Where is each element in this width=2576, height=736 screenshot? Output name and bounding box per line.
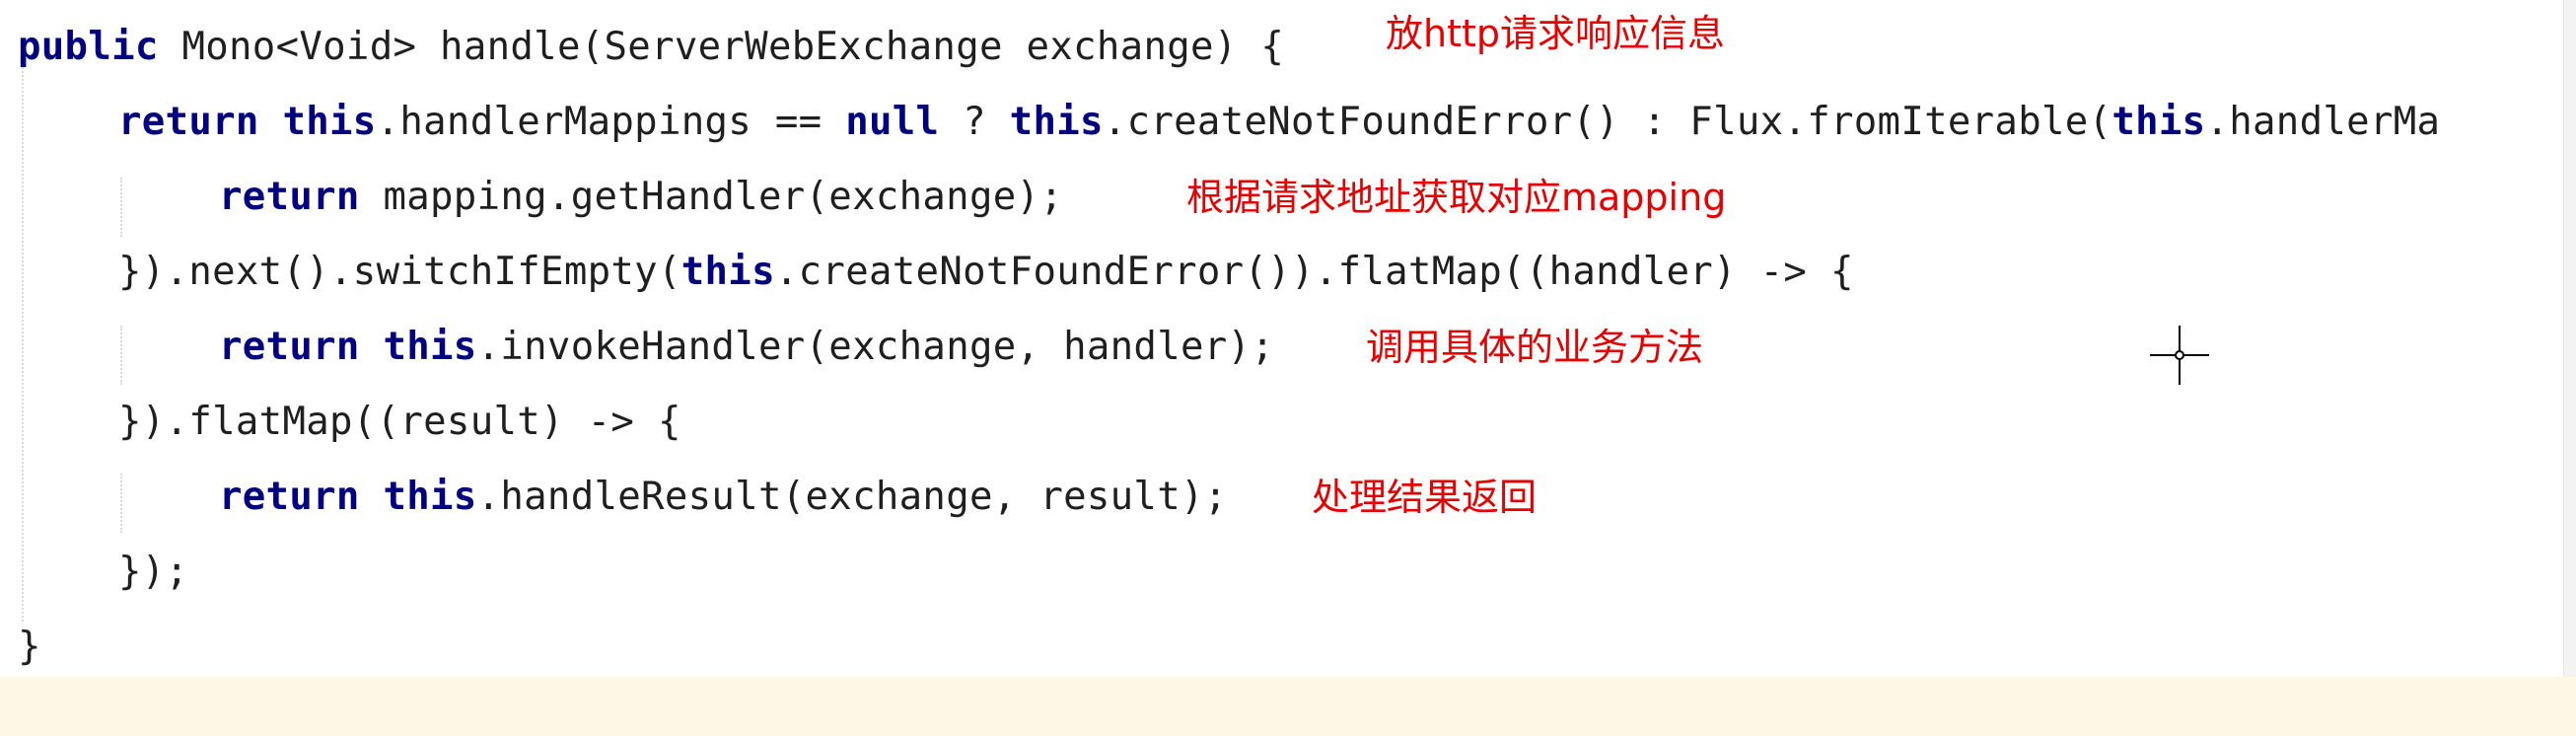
indent-guide bbox=[120, 178, 122, 237]
scrollbar-track[interactable] bbox=[2563, 0, 2576, 677]
editor-bottom-band bbox=[0, 677, 2576, 736]
code-text: ? bbox=[939, 100, 1010, 144]
code-line-6: }).flatMap((result) -> { bbox=[118, 393, 681, 452]
keyword: this bbox=[1009, 100, 1104, 144]
code-text: .invokeHandler(exchange, handler); bbox=[476, 325, 1275, 369]
annotation-http-info: 放http请求响应信息 bbox=[1386, 12, 1726, 55]
keyword: this bbox=[383, 325, 477, 369]
indent-guide bbox=[120, 474, 122, 533]
code-text: }).next().switchIfEmpty( bbox=[118, 250, 681, 294]
keyword: return bbox=[219, 325, 360, 369]
code-text: .handleResult(exchange, result); bbox=[476, 475, 1228, 519]
keyword: return bbox=[219, 475, 360, 519]
code-text: .createNotFoundError()).flatMap((handler… bbox=[774, 250, 1854, 294]
code-text: .handlerMa bbox=[2205, 100, 2441, 144]
code-text: }).flatMap((result) -> { bbox=[118, 400, 681, 444]
code-line-3: return mapping.getHandler(exchange); bbox=[219, 168, 1063, 227]
code-editor[interactable]: public Mono<Void> handle(ServerWebExchan… bbox=[0, 0, 2576, 736]
indent-guide bbox=[120, 326, 122, 385]
code-text: .handlerMappings == bbox=[376, 100, 846, 144]
keyword: public bbox=[18, 25, 159, 69]
annotation-get-mapping: 根据请求地址获取对应mapping bbox=[1186, 176, 1727, 219]
code-line-7: return this.handleResult(exchange, resul… bbox=[219, 468, 1228, 527]
keyword: return bbox=[219, 175, 360, 219]
keyword: this bbox=[2111, 100, 2206, 144]
code-text: } bbox=[18, 625, 41, 669]
code-text: Mono<Void> handle(ServerWebExchange exch… bbox=[158, 25, 1285, 69]
crosshair-cursor-icon bbox=[2150, 326, 2209, 385]
keyword: return bbox=[118, 100, 259, 144]
code-line-9: } bbox=[18, 618, 41, 677]
code-line-2: return this.handlerMappings == null ? th… bbox=[118, 93, 2440, 152]
indent-guide bbox=[22, 59, 24, 622]
keyword: this bbox=[282, 100, 377, 144]
code-line-4: }).next().switchIfEmpty(this.createNotFo… bbox=[118, 243, 1854, 302]
code-line-5: return this.invokeHandler(exchange, hand… bbox=[219, 318, 1274, 377]
annotation-invoke-business: 调用具体的业务方法 bbox=[1366, 326, 1704, 369]
code-text: }); bbox=[118, 550, 189, 594]
keyword: this bbox=[383, 475, 477, 519]
code-text: .createNotFoundError() : Flux.fromIterab… bbox=[1103, 100, 2112, 144]
code-text: mapping.getHandler(exchange); bbox=[359, 175, 1064, 219]
keyword: this bbox=[680, 250, 775, 294]
code-line-8: }); bbox=[118, 543, 188, 602]
code-line-1: public Mono<Void> handle(ServerWebExchan… bbox=[18, 18, 1284, 77]
keyword: null bbox=[845, 100, 940, 144]
annotation-handle-result: 处理结果返回 bbox=[1312, 476, 1538, 519]
